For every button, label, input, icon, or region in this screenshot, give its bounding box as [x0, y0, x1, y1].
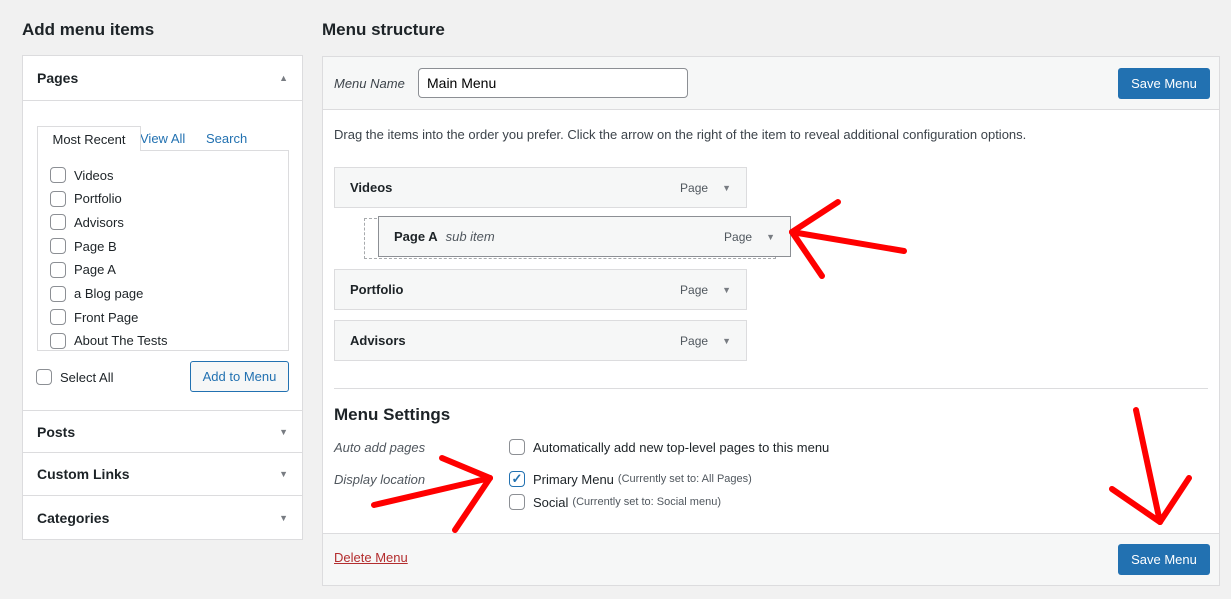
annotation-arrows — [371, 199, 1192, 533]
tab-most-recent[interactable]: Most Recent — [37, 126, 141, 151]
arrow-annotation-icon — [371, 455, 493, 533]
arrow-annotation-icon — [1109, 407, 1192, 525]
arrow-annotation-icon — [789, 199, 907, 279]
